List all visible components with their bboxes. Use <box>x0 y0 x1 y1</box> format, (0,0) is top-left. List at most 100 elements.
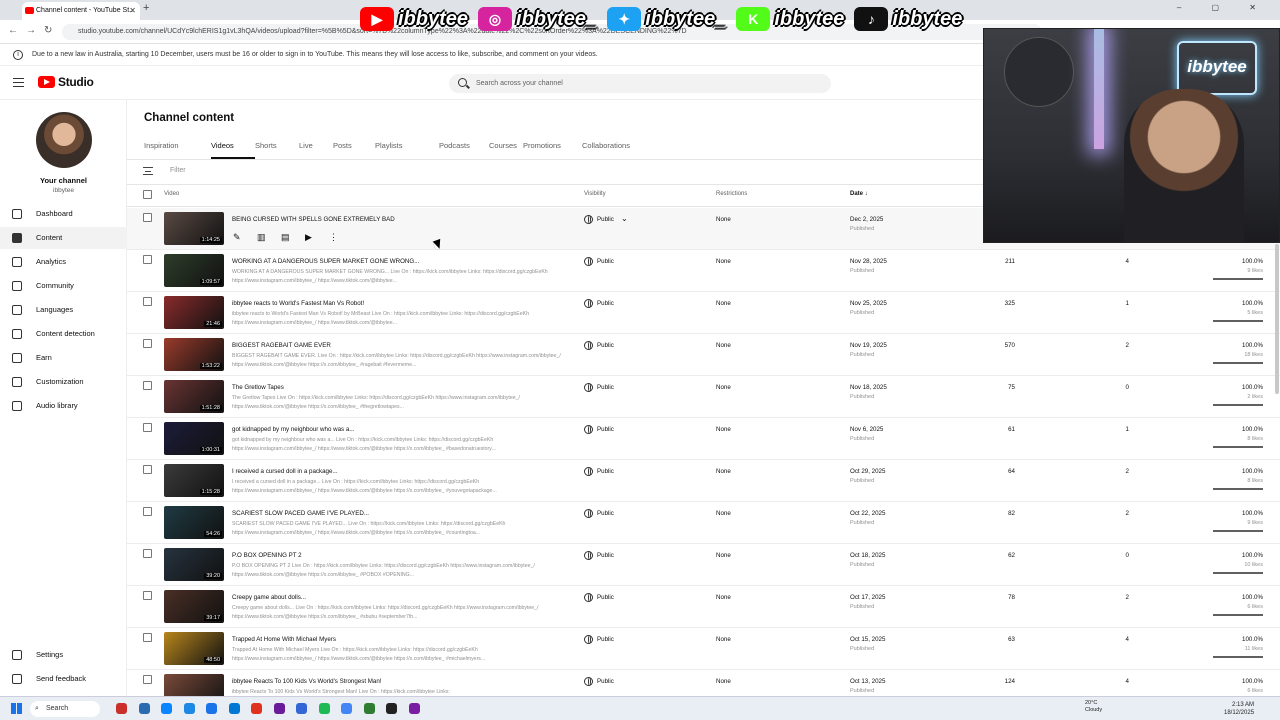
sidebar-item-send-feedback[interactable]: Send feedback <box>0 668 127 690</box>
visibility-value[interactable]: Public <box>597 426 614 433</box>
column-header-video[interactable]: Video <box>164 191 179 197</box>
sidebar-item-content[interactable]: Content <box>0 227 127 249</box>
sidebar-item-content-detection[interactable]: Content detection <box>0 323 127 345</box>
video-thumbnail[interactable]: 1:14:25 <box>164 212 224 245</box>
browser-tab[interactable]: Channel content - YouTube St... ✕ <box>22 2 140 20</box>
visibility-value[interactable]: Public <box>597 510 614 517</box>
weather-widget[interactable]: 20°C Cloudy <box>1085 700 1102 714</box>
column-header-restrictions[interactable]: Restrictions <box>716 191 747 197</box>
tab-promotions[interactable]: Promotions <box>523 141 582 159</box>
tab-courses[interactable]: Courses <box>489 141 523 159</box>
copilot-icon[interactable] <box>161 703 172 714</box>
table-row[interactable]: 21:46 ibbytee reacts to World's Fastest M… <box>127 292 1280 334</box>
visibility-value[interactable]: Public <box>597 468 614 475</box>
table-row[interactable]: 1:09:57 WORKING AT A DANGEROUS SUPER MARK… <box>127 250 1280 292</box>
visibility-value[interactable]: Public <box>597 258 614 265</box>
avatar[interactable] <box>36 112 92 168</box>
visibility-value[interactable]: Public <box>597 300 614 307</box>
sidebar-item-community[interactable]: Community <box>0 275 127 297</box>
table-row[interactable]: 39:20 P.O BOX OPENING PT 2 P.O BOX OPENING… <box>127 544 1280 586</box>
video-title[interactable]: SCARIEST SLOW PACED GAME I'VE PLAYED... <box>232 510 369 517</box>
table-row[interactable]: 1:00:31 got kidnapped by my neighbour who… <box>127 418 1280 460</box>
row-checkbox[interactable] <box>143 549 152 558</box>
table-row[interactable]: 54:26 SCARIEST SLOW PACED GAME I'VE PLAYE… <box>127 502 1280 544</box>
youtube-icon[interactable]: ▶ <box>305 232 316 242</box>
video-thumbnail[interactable]: 1:09:57 <box>164 254 224 287</box>
row-checkbox[interactable] <box>143 423 152 432</box>
forward-icon[interactable]: → <box>26 25 36 36</box>
table-row[interactable]: 39:17 Creepy game about dolls... Creepy ga… <box>127 586 1280 628</box>
row-checkbox[interactable] <box>143 255 152 264</box>
video-title[interactable]: The Gretlow Tapes <box>232 384 284 391</box>
sidebar-item-earn[interactable]: Earn <box>0 347 127 369</box>
visibility-value[interactable]: Public <box>597 342 614 349</box>
sidebar-item-dashboard[interactable]: Dashboard <box>0 203 127 225</box>
taskbar-search[interactable]: ⌕ Search <box>30 701 100 717</box>
table-row[interactable]: 48:50 Trapped At Home With Michael Myers T… <box>127 628 1280 670</box>
firefox-icon[interactable] <box>296 703 307 714</box>
sidebar-item-analytics[interactable]: Analytics <box>0 251 127 273</box>
video-thumbnail[interactable]: 1:00:31 <box>164 422 224 455</box>
video-title[interactable]: BIGGEST RAGEBAIT GAME EVER <box>232 342 331 349</box>
sidebar-item-audio-library[interactable]: Audio library <box>0 395 127 417</box>
row-checkbox[interactable] <box>143 297 152 306</box>
row-checkbox[interactable] <box>143 465 152 474</box>
new-tab-button[interactable]: + <box>143 2 149 14</box>
edit-icon[interactable]: ✎ <box>233 232 244 242</box>
video-thumbnail[interactable]: 1:15:28 <box>164 464 224 497</box>
video-thumbnail[interactable]: 21:46 <box>164 296 224 329</box>
sidebar-item-customization[interactable]: Customization <box>0 371 127 393</box>
comments-icon[interactable]: ▤ <box>281 232 292 242</box>
video-title[interactable]: WORKING AT A DANGEROUS SUPER MARKET GONE… <box>232 258 419 265</box>
visibility-value[interactable]: Public <box>597 384 614 391</box>
visibility-dropdown-icon[interactable]: ⌄ <box>621 214 628 223</box>
row-checkbox[interactable] <box>143 381 152 390</box>
tab-inspiration[interactable]: Inspiration <box>144 141 211 159</box>
visibility-value[interactable]: Public <box>597 594 614 601</box>
table-row[interactable]: 1:51:28 The Gretlow Tapes The Gretlow Tape… <box>127 376 1280 418</box>
spotify-icon[interactable] <box>318 703 330 714</box>
video-thumbnail[interactable]: 54:26 <box>164 506 224 539</box>
row-checkbox[interactable] <box>143 507 152 516</box>
chrome-icon[interactable] <box>341 703 352 714</box>
video-title[interactable]: Creepy game about dolls... <box>232 594 306 601</box>
video-thumbnail[interactable]: 48:50 <box>164 632 224 665</box>
menu-icon[interactable] <box>13 78 24 87</box>
video-title[interactable]: got kidnapped by my neighbour who was a.… <box>232 426 354 433</box>
studio-logo-text[interactable]: Studio <box>58 75 94 89</box>
video-title[interactable]: P.O BOX OPENING PT 2 <box>232 552 302 559</box>
video-title[interactable]: ibbytee Reacts To 100 Kids Vs World's St… <box>232 678 382 685</box>
discord-icon[interactable] <box>273 703 285 714</box>
brave-icon[interactable] <box>251 703 262 714</box>
filter-icon[interactable] <box>143 167 153 175</box>
video-thumbnail[interactable]: 1:51:28 <box>164 380 224 413</box>
video-thumbnail[interactable]: 39:20 <box>164 548 224 581</box>
tab-videos[interactable]: Videos <box>211 141 255 159</box>
store-icon[interactable] <box>206 703 217 714</box>
tab-posts[interactable]: Posts <box>333 141 375 159</box>
table-row[interactable]: 1:53:22 BIGGEST RAGEBAIT GAME EVER BIGGEST… <box>127 334 1280 376</box>
column-header-visibility[interactable]: Visibility <box>584 191 606 197</box>
video-thumbnail[interactable]: 39:17 <box>164 590 224 623</box>
row-checkbox[interactable] <box>143 633 152 642</box>
sidebar-item-settings[interactable]: Settings <box>0 644 127 666</box>
xbox-icon[interactable] <box>363 703 375 714</box>
app-icon[interactable] <box>408 703 420 714</box>
youtube-logo-icon[interactable] <box>38 76 55 88</box>
row-checkbox[interactable] <box>143 591 152 600</box>
tab-podcasts[interactable]: Podcasts <box>439 141 489 159</box>
video-title[interactable]: ibbytee reacts to World's Fastest Man Vs… <box>232 300 364 307</box>
tab-playlists[interactable]: Playlists <box>375 141 439 159</box>
visibility-value[interactable]: Public <box>597 636 614 643</box>
select-all-checkbox[interactable] <box>143 190 152 199</box>
video-thumbnail[interactable]: 1:53:22 <box>164 338 224 371</box>
scrollbar[interactable] <box>1275 244 1279 394</box>
back-icon[interactable]: ← <box>8 25 18 36</box>
column-header-date[interactable]: Date ↓ <box>850 191 868 197</box>
more-icon[interactable]: ⋮ <box>329 232 340 242</box>
filter-input[interactable]: Filter <box>170 167 186 174</box>
close-tab-icon[interactable]: ✕ <box>129 2 136 20</box>
row-checkbox[interactable] <box>143 213 152 222</box>
sidebar-item-languages[interactable]: Languages <box>0 299 127 321</box>
files-icon[interactable] <box>138 703 150 714</box>
